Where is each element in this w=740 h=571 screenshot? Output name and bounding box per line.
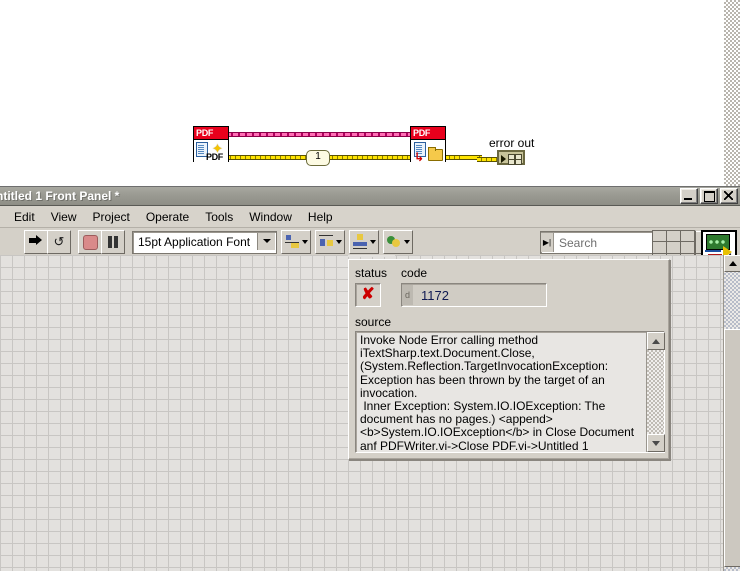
pause-button[interactable]	[101, 230, 125, 254]
source-scroll-down-button[interactable]	[647, 434, 665, 452]
run-button[interactable]	[24, 230, 48, 254]
close-button[interactable]	[720, 188, 738, 204]
block-diagram-vertical-scrollbar[interactable]	[723, 0, 740, 186]
distribute-objects-button[interactable]	[315, 230, 345, 254]
search-dropdown-icon[interactable]: ▶|	[541, 233, 554, 252]
toolbar: ↺ 15pt Application Font ▶| Search	[0, 228, 740, 266]
status-field: status ✘	[355, 266, 387, 307]
block-diagram-window[interactable]: PDF ✦ PDF PDF ↳ 1 error out	[0, 0, 740, 186]
window-controls	[680, 188, 738, 204]
node-close-pdf[interactable]: PDF ↳	[410, 126, 446, 174]
error-out-terminal[interactable]	[497, 150, 525, 165]
resize-objects-button[interactable]	[349, 230, 379, 254]
window-title: ntitled 1 Front Panel *	[0, 189, 120, 203]
menu-item-help[interactable]: Help	[300, 208, 341, 226]
terminal-cell	[515, 159, 522, 165]
folder-icon	[428, 147, 443, 161]
error-x-icon: ✘	[361, 286, 375, 303]
error-out-terminal-label: error out	[489, 136, 535, 150]
status-indicator[interactable]: ✘	[355, 283, 381, 307]
node-new-pdf-header: PDF	[194, 127, 228, 140]
reorder-button[interactable]	[383, 230, 413, 254]
terminal-cell	[508, 159, 515, 165]
refnum-wire[interactable]	[226, 132, 422, 137]
scroll-up-button[interactable]	[724, 255, 740, 272]
source-vertical-scrollbar[interactable]	[646, 332, 665, 452]
menu-item-edit[interactable]: Edit	[6, 208, 43, 226]
error-wire-bend[interactable]	[463, 155, 477, 160]
numeric-constant[interactable]: 1	[306, 150, 330, 166]
node-close-pdf-body: ↳	[411, 140, 445, 174]
code-label: code	[401, 266, 428, 280]
run-continuously-button[interactable]: ↺	[47, 230, 71, 254]
error-wire-to-terminal[interactable]	[477, 157, 497, 162]
screen: PDF ✦ PDF PDF ↳ 1 error out ntitled 1 Fr…	[0, 0, 740, 571]
front-panel-window[interactable]: ntitled 1 Front Panel * Edit View Projec…	[0, 186, 740, 571]
title-bar[interactable]: ntitled 1 Front Panel *	[0, 187, 740, 206]
menu-bar: Edit View Project Operate Tools Window H…	[0, 206, 740, 228]
font-selector[interactable]: 15pt Application Font	[132, 230, 277, 254]
radix-icon[interactable]: d	[402, 285, 414, 305]
node-new-pdf-body: ✦ PDF	[194, 140, 228, 174]
error-out-cluster-box[interactable]: status ✘ code d 1172 source Invoke Node …	[348, 259, 670, 460]
error-out-cluster[interactable]: error out status ✘ code d	[348, 255, 672, 460]
scroll-thumb[interactable]	[724, 329, 740, 567]
status-code-row: status ✘ code d 1172	[355, 266, 669, 307]
node-new-pdf[interactable]: PDF ✦ PDF	[193, 126, 229, 174]
source-indicator[interactable]: Invoke Node Error calling method iTextSh…	[355, 331, 665, 453]
error-wire-mid[interactable]	[328, 155, 411, 160]
code-field-group: code d 1172	[401, 266, 548, 307]
node-new-pdf-caption: PDF	[206, 152, 223, 162]
chevron-up-icon	[652, 338, 660, 344]
status-label: status	[355, 266, 388, 280]
error-out-cluster-label: error out	[348, 255, 396, 257]
front-panel-vertical-scrollbar[interactable]	[723, 255, 740, 571]
chevron-up-icon	[728, 261, 737, 266]
red-arrow-icon: ↳	[414, 150, 425, 164]
chevron-down-icon	[652, 440, 660, 446]
code-indicator[interactable]: d 1172	[401, 283, 548, 307]
source-label: source	[355, 315, 392, 329]
menu-item-project[interactable]: Project	[84, 208, 137, 226]
source-text: Invoke Node Error calling method iTextSh…	[360, 333, 635, 453]
minimize-button[interactable]	[680, 188, 698, 204]
menu-item-tools[interactable]: Tools	[197, 208, 241, 226]
align-objects-button[interactable]	[281, 230, 311, 254]
menu-item-operate[interactable]: Operate	[138, 208, 197, 226]
search-placeholder: Search	[559, 235, 598, 250]
font-selector-value: 15pt Application Font	[138, 235, 251, 249]
menu-item-view[interactable]: View	[43, 208, 85, 226]
node-close-pdf-header: PDF	[411, 127, 445, 140]
source-scroll-up-button[interactable]	[647, 332, 665, 350]
abort-execution-button[interactable]	[78, 230, 102, 254]
menu-item-window[interactable]: Window	[241, 208, 300, 226]
front-panel-canvas[interactable]: error out status ✘ code d	[0, 255, 740, 571]
code-value: 1172	[421, 287, 449, 303]
terminal-arrow-icon	[501, 155, 506, 163]
error-wire-left[interactable]	[226, 155, 306, 160]
maximize-button[interactable]	[700, 188, 718, 204]
chevron-down-icon[interactable]	[257, 232, 275, 250]
